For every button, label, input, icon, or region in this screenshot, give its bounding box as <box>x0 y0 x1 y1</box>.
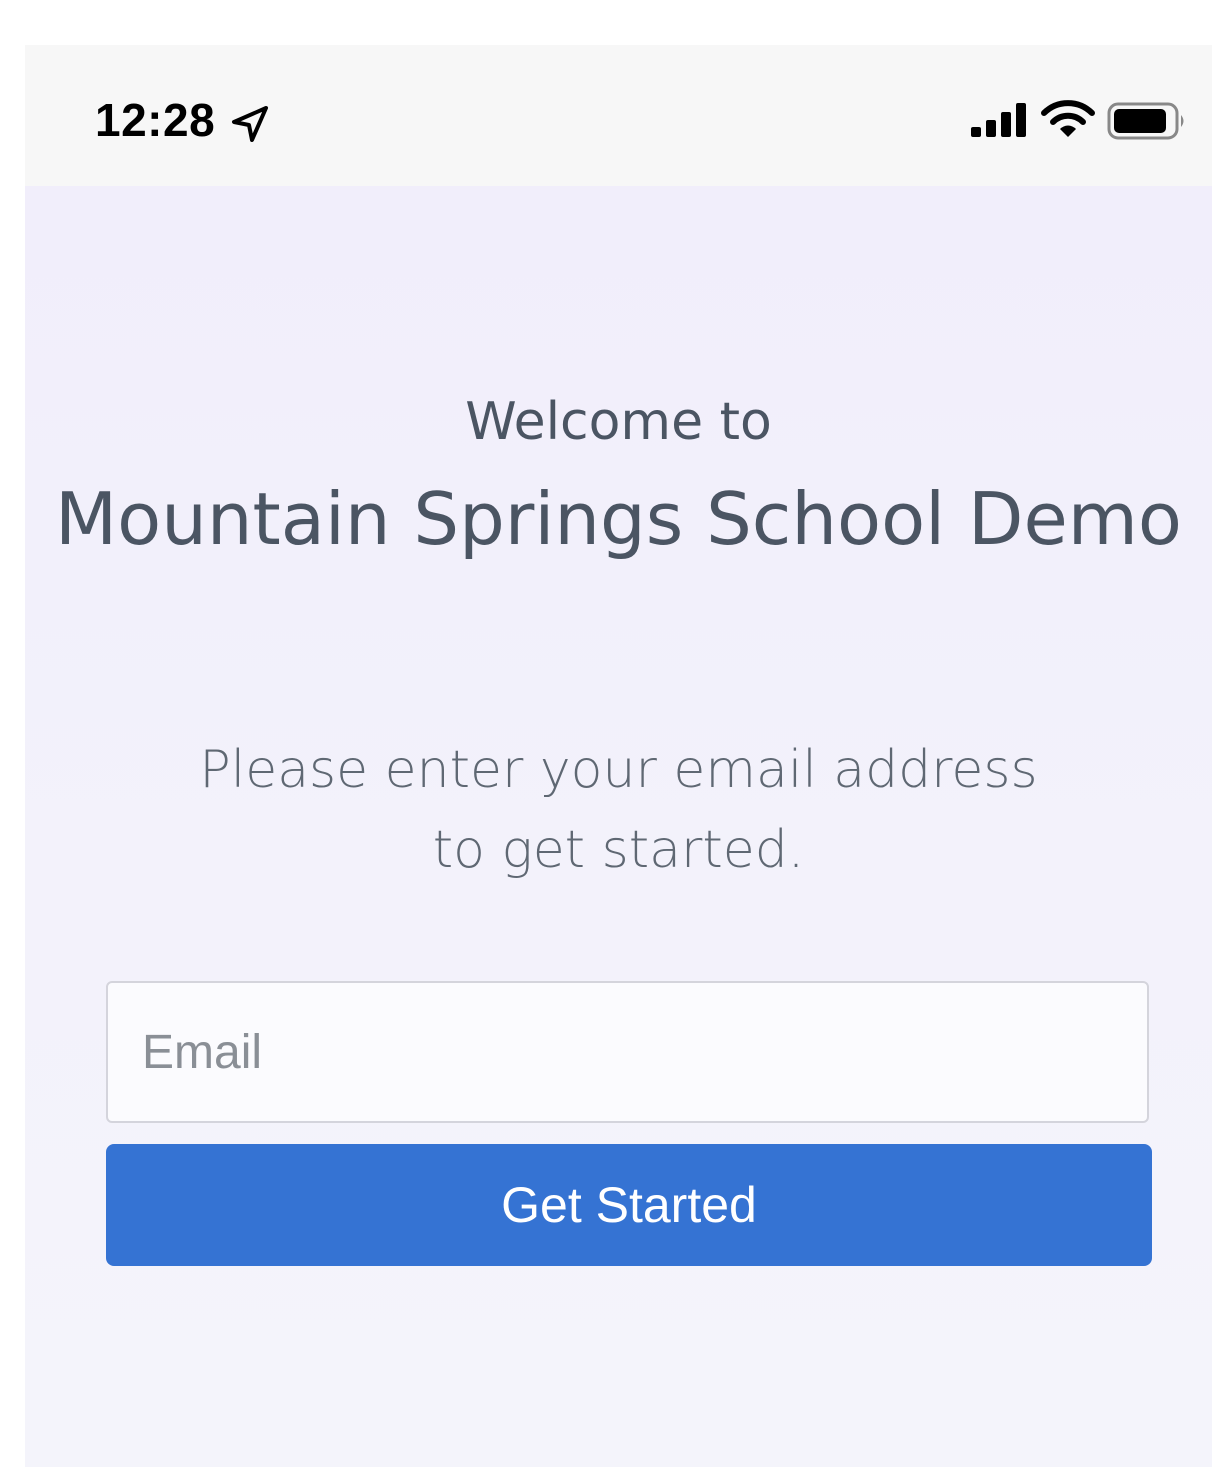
get-started-button[interactable]: Get Started <box>106 1144 1152 1266</box>
instructions-text: Please enter your email address to get s… <box>199 740 1038 880</box>
battery-icon <box>1107 102 1184 140</box>
school-name-title: Mountain Springs School Demo <box>55 477 1182 561</box>
location-arrow-icon <box>232 106 268 142</box>
status-time: 12:28 <box>95 94 216 146</box>
email-field[interactable] <box>106 981 1149 1123</box>
wifi-icon <box>1041 100 1095 137</box>
phone-screen: 12:28 Welcome to Mountain Springs School… <box>25 45 1212 1467</box>
cellular-signal-icon <box>971 103 1026 137</box>
welcome-greeting: Welcome to <box>465 392 772 452</box>
status-bar: 12:28 <box>25 45 1212 186</box>
welcome-screen: Welcome to Mountain Springs School Demo … <box>25 186 1212 1467</box>
